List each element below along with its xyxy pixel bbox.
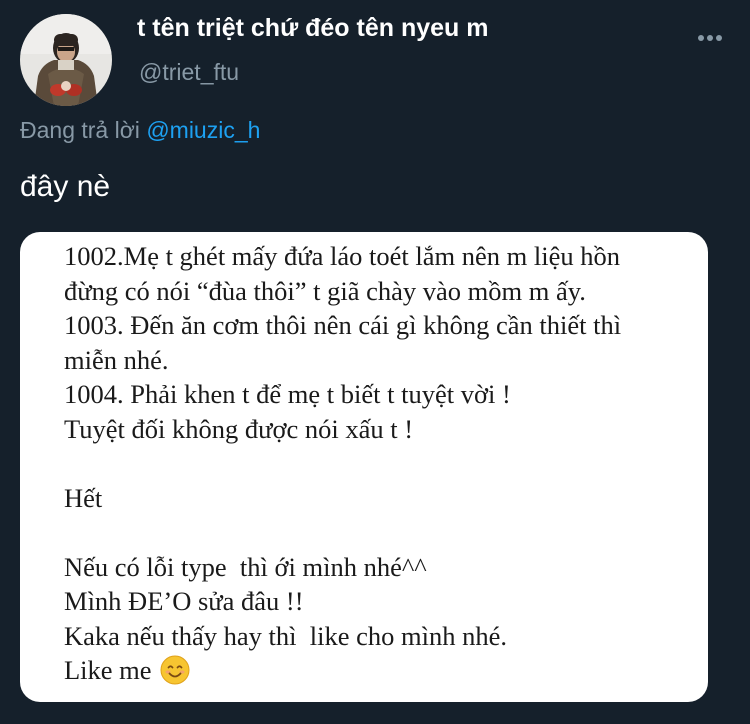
media-line: miễn nhé. (64, 344, 169, 375)
more-horizontal-icon (698, 35, 722, 41)
media-line (64, 446, 621, 481)
media-line: đừng có nói “đùa thôi” t giã chày vào mồ… (64, 275, 586, 306)
avatar[interactable] (20, 14, 112, 106)
replying-to-label: Đang trả lời (20, 117, 140, 143)
replying-to: Đang trả lời @miuzic_h (20, 117, 260, 144)
media-line: 1002.Mẹ t ghét mấy đứa láo toét lắm nên … (64, 241, 621, 271)
tweet-media-image[interactable]: 1002.Mẹ t ghét mấy đứa láo toét lắm nên … (20, 232, 708, 702)
media-line (64, 515, 621, 550)
media-line: Hết (64, 482, 103, 513)
tweet: t tên triệt chứ đéo tên nyeu m @triet_ft… (0, 0, 750, 724)
more-options-button[interactable] (688, 20, 732, 56)
reply-mention-link[interactable]: @miuzic_h (146, 117, 260, 143)
avatar-image (20, 14, 112, 106)
media-line-last: Like me (64, 653, 621, 688)
media-line: 1004. Phải khen t để mẹ t biết t tuyệt v… (64, 379, 511, 409)
display-name[interactable]: t tên triệt chứ đéo tên nyeu m (137, 14, 488, 43)
tweet-text: đây nè (20, 170, 111, 203)
user-handle[interactable]: @triet_ftu (139, 59, 239, 86)
media-line: Nếu có lỗi type thì ới mình nhé^^ (64, 551, 427, 582)
media-line: Tuyệt đối không được nói xấu t ! (64, 413, 414, 444)
media-text: 1002.Mẹ t ghét mấy đứa láo toét lắm nên … (64, 239, 621, 688)
media-line: Kaka nếu thấy hay thì like cho mình nhé. (64, 620, 508, 651)
media-line: 1003. Đến ăn cơm thôi nên cái gì không c… (64, 310, 622, 340)
media-line-last-text: Like me (64, 655, 152, 685)
media-line: Mình ĐE’O sửa đâu !! (64, 586, 304, 616)
smiling-face-emoji-icon (160, 655, 190, 685)
